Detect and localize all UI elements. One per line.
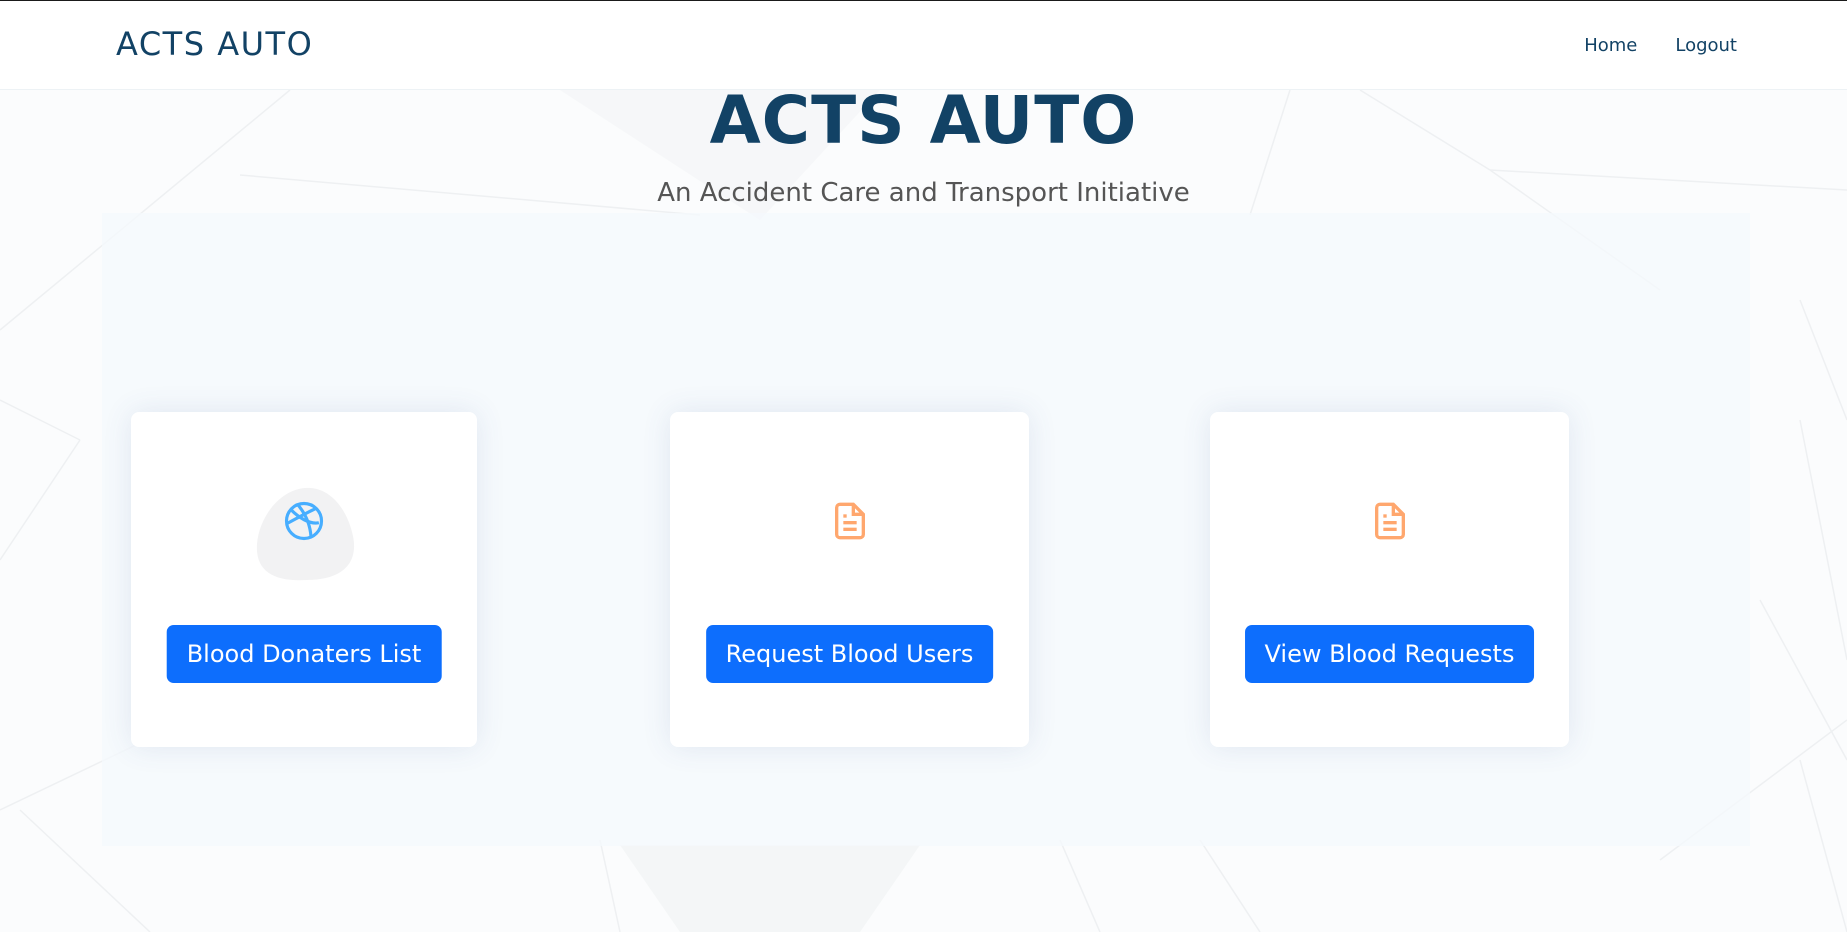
card-icon-wrapper xyxy=(795,478,905,588)
brand-logo[interactable]: ACTS AUTO xyxy=(116,25,313,63)
card-icon-wrapper xyxy=(249,478,359,588)
nav-logout-link[interactable]: Logout xyxy=(1675,35,1737,56)
dribbble-icon xyxy=(284,501,324,541)
card-request-blood-users: Request Blood Users xyxy=(670,412,1029,747)
card-blood-donaters: Blood Donaters List xyxy=(131,412,477,747)
file-icon xyxy=(834,502,865,540)
request-blood-users-button[interactable]: Request Blood Users xyxy=(705,625,994,683)
top-navbar: ACTS AUTO Home Logout xyxy=(0,0,1847,90)
view-blood-requests-button[interactable]: View Blood Requests xyxy=(1244,625,1535,683)
hero-title: ACTS AUTO xyxy=(709,82,1138,159)
card-icon-wrapper xyxy=(1335,478,1445,588)
hero-subtitle: An Accident Care and Transport Initiativ… xyxy=(657,178,1190,208)
nav-home-link[interactable]: Home xyxy=(1584,35,1637,56)
blood-donaters-list-button[interactable]: Blood Donaters List xyxy=(166,625,442,683)
main-nav: Home Logout xyxy=(1584,35,1737,56)
card-view-blood-requests: View Blood Requests xyxy=(1210,412,1569,747)
file-icon xyxy=(1374,502,1405,540)
